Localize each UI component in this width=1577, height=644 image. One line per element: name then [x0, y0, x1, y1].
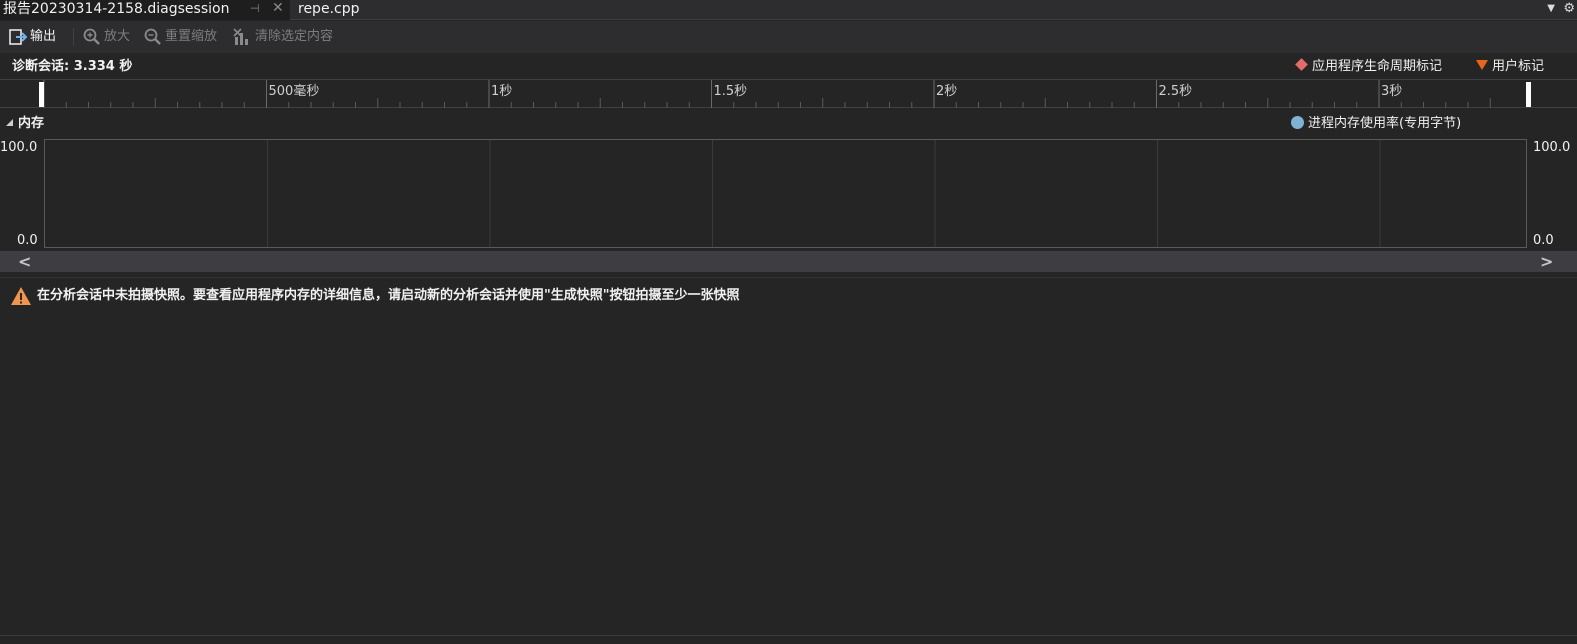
ruler-tick-label: 1.5秒 [714, 84, 748, 99]
memory-section-header[interactable]: 内存 [6, 116, 44, 132]
session-duration: 诊断会话: 3.334 秒 [12, 59, 133, 74]
clear-selection-icon [233, 28, 248, 45]
tab-repe-cpp[interactable]: repe.cpp [298, 0, 359, 20]
bottom-divider [0, 635, 1577, 636]
output-button[interactable]: 输出 [8, 26, 68, 48]
magnifier-reset-icon [144, 28, 161, 45]
graph-gridlines [267, 140, 1381, 247]
dropdown-icon[interactable]: ▼ [1547, 0, 1555, 18]
close-icon[interactable]: ✕ [272, 0, 284, 17]
user-marker-legend: 用户标记 [1476, 59, 1544, 75]
triangle-down-icon [1476, 60, 1488, 70]
ruler-tick-label: 2.5秒 [1159, 84, 1193, 99]
reset-zoom-button[interactable]: 重置缩放 [143, 26, 229, 48]
ruler-tick-label: 1秒 [491, 84, 512, 99]
output-icon [9, 29, 28, 45]
toolbar: 输出 放大 重置缩放 清除选定内容 [0, 21, 1577, 53]
ruler-ticks: 500毫秒 1秒 1.5秒 2秒 2.5秒 3秒 [43, 80, 1491, 108]
scroll-left-icon[interactable]: < [18, 251, 31, 272]
clear-selection-button[interactable]: 清除选定内容 [233, 26, 351, 48]
warning-icon [11, 287, 31, 305]
tab-label: 报告20230314-2158.diagsession [3, 1, 230, 17]
details-panel: 在分析会话中未拍摄快照。要查看应用程序内存的详细信息，请启动新的分析会话并使用"… [0, 277, 1577, 644]
output-label: 输出 [30, 29, 57, 44]
collapse-icon[interactable] [6, 119, 13, 126]
timeline-ruler[interactable]: 500毫秒 1秒 1.5秒 2秒 2.5秒 3秒 [0, 79, 1577, 108]
lifecycle-marker-legend: 应用程序生命周期标记 [1295, 58, 1443, 75]
lifecycle-marker-label: 应用程序生命周期标记 [1312, 59, 1443, 74]
ruler-tick-label: 2秒 [936, 84, 957, 99]
gear-icon[interactable]: ⚙ [1563, 0, 1575, 18]
scroll-right-icon[interactable]: > [1540, 251, 1553, 272]
zoom-in-label: 放大 [104, 29, 131, 44]
memory-legend-label: 进程内存使用率(专用字节) [1308, 116, 1462, 131]
tab-diagsession[interactable]: 报告20230314-2158.diagsession ⊣ ✕ [0, 0, 290, 20]
ruler-tick-label: 3秒 [1381, 84, 1402, 99]
memory-legend: 进程内存使用率(专用字节) [1291, 116, 1461, 132]
memory-usage-graph[interactable] [44, 139, 1527, 248]
message-text: 在分析会话中未拍摄快照。要查看应用程序内存的详细信息，请启动新的分析会话并使用"… [37, 288, 740, 303]
clear-selection-label: 清除选定内容 [255, 29, 334, 44]
reset-zoom-label: 重置缩放 [165, 29, 218, 44]
memory-title: 内存 [18, 116, 45, 131]
selection-handle-left[interactable] [39, 82, 44, 107]
selection-handle-right[interactable] [1526, 82, 1531, 107]
y-axis-min-right: 0.0 [1533, 233, 1554, 248]
user-marker-label: 用户标记 [1492, 59, 1545, 74]
tab-label: repe.cpp [298, 1, 360, 17]
legend-dot-icon [1291, 116, 1304, 129]
horizontal-scrollbar[interactable]: < > [0, 251, 1577, 272]
y-axis-max-left: 100.0 [0, 140, 38, 155]
magnifier-plus-icon [83, 28, 100, 45]
zoom-in-button[interactable]: 放大 [82, 26, 138, 48]
pin-icon[interactable]: ⊣ [250, 0, 260, 18]
y-axis-min-left: 0.0 [17, 233, 38, 248]
ruler-tick-label: 500毫秒 [269, 83, 320, 99]
diamond-icon [1295, 58, 1308, 71]
document-tab-bar: 报告20230314-2158.diagsession ⊣ ✕ repe.cpp… [0, 0, 1577, 20]
y-axis-max-right: 100.0 [1533, 140, 1571, 155]
toolbar-separator [73, 28, 74, 46]
